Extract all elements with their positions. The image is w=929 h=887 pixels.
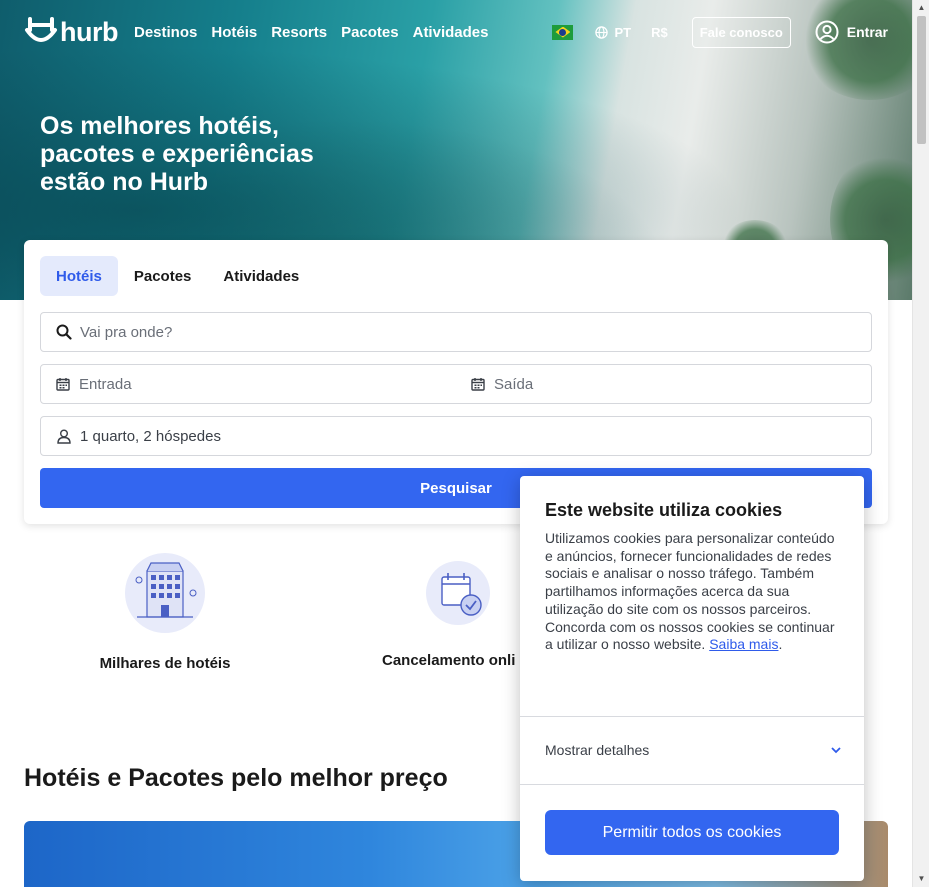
contact-button[interactable]: Fale conosco: [691, 16, 791, 48]
logo-text: hurb: [60, 16, 119, 47]
nav-pacotes[interactable]: Pacotes: [341, 24, 399, 41]
feature-label: Milhares de hotéis: [99, 655, 231, 672]
nav-destinos[interactable]: Destinos: [134, 24, 197, 41]
cookie-text: Utilizamos cookies para personalizar con…: [545, 530, 835, 653]
nav-resorts[interactable]: Resorts: [271, 24, 327, 41]
tab-pacotes[interactable]: Pacotes: [118, 256, 208, 296]
section-title: Hotéis e Pacotes pelo melhor preço: [24, 764, 448, 792]
search-tabs: Hotéis Pacotes Atividades: [40, 256, 315, 296]
top-navigation: hurb Destinos Hotéis Resorts Pacotes Ati…: [24, 14, 888, 50]
header-tools: PT R$ Fale conosco Entrar: [552, 16, 888, 48]
calendar-icon: [470, 376, 486, 392]
details-label: Mostrar detalhes: [545, 742, 650, 758]
nav-atividades[interactable]: Atividades: [413, 24, 489, 41]
feature-cancellation: Cancelamento onli: [382, 561, 522, 669]
calendar-check-icon: [426, 561, 490, 625]
hotel-building-icon: [125, 553, 205, 633]
cookie-body: Utilizamos cookies para personalizar con…: [545, 530, 835, 653]
user-circle-icon: [815, 20, 839, 44]
scroll-down-icon[interactable]: ▼: [913, 871, 929, 887]
checkin-input[interactable]: Entrada: [41, 365, 456, 403]
brazil-flag-icon[interactable]: [552, 24, 574, 40]
checkout-input[interactable]: Saída: [456, 365, 871, 403]
cookie-title: Este website utiliza cookies: [545, 500, 783, 520]
destination-placeholder: Vai pra onde?: [80, 323, 173, 341]
scroll-thumb[interactable]: [917, 16, 926, 144]
chevron-down-icon: [831, 746, 841, 753]
show-details-toggle[interactable]: Mostrar detalhes: [545, 742, 841, 758]
cookie-consent-dialog: Este website utiliza cookies Utilizamos …: [520, 476, 864, 881]
feature-label: Cancelamento onli: [382, 652, 516, 669]
search-icon: [56, 324, 72, 340]
feature-hotels: Milhares de hotéis: [95, 553, 235, 672]
guests-value: 1 quarto, 2 hóspedes: [80, 427, 221, 445]
page-scrollbar[interactable]: ▲ ▼: [912, 0, 929, 887]
scroll-up-icon[interactable]: ▲: [913, 0, 929, 16]
hero-title: Os melhores hotéis, pacotes e experiênci…: [40, 112, 314, 196]
logo[interactable]: hurb: [24, 16, 119, 48]
allow-all-cookies-button[interactable]: Permitir todos os cookies: [545, 810, 839, 855]
language-label: PT: [614, 24, 632, 40]
checkout-placeholder: Saída: [494, 375, 534, 393]
checkin-placeholder: Entrada: [79, 375, 132, 393]
hurb-logo-icon: [25, 17, 57, 42]
guests-selector[interactable]: 1 quarto, 2 hóspedes: [40, 416, 872, 456]
divider: [520, 784, 864, 785]
tab-hoteis[interactable]: Hotéis: [40, 256, 118, 296]
destination-input[interactable]: Vai pra onde?: [40, 312, 872, 352]
login-button[interactable]: Entrar: [815, 20, 888, 44]
tab-atividades[interactable]: Atividades: [207, 256, 315, 296]
date-range-field: Entrada Saída: [40, 364, 872, 404]
divider: [520, 716, 864, 717]
learn-more-link[interactable]: Saiba mais: [709, 636, 778, 652]
login-label: Entrar: [846, 24, 888, 40]
calendar-icon: [55, 376, 71, 392]
main-nav: Destinos Hotéis Resorts Pacotes Atividad…: [134, 24, 488, 41]
nav-hoteis[interactable]: Hotéis: [211, 24, 257, 41]
person-icon: [56, 428, 72, 444]
language-selector[interactable]: PT: [595, 25, 631, 40]
currency-selector[interactable]: R$: [651, 25, 668, 40]
globe-icon: [595, 25, 609, 39]
